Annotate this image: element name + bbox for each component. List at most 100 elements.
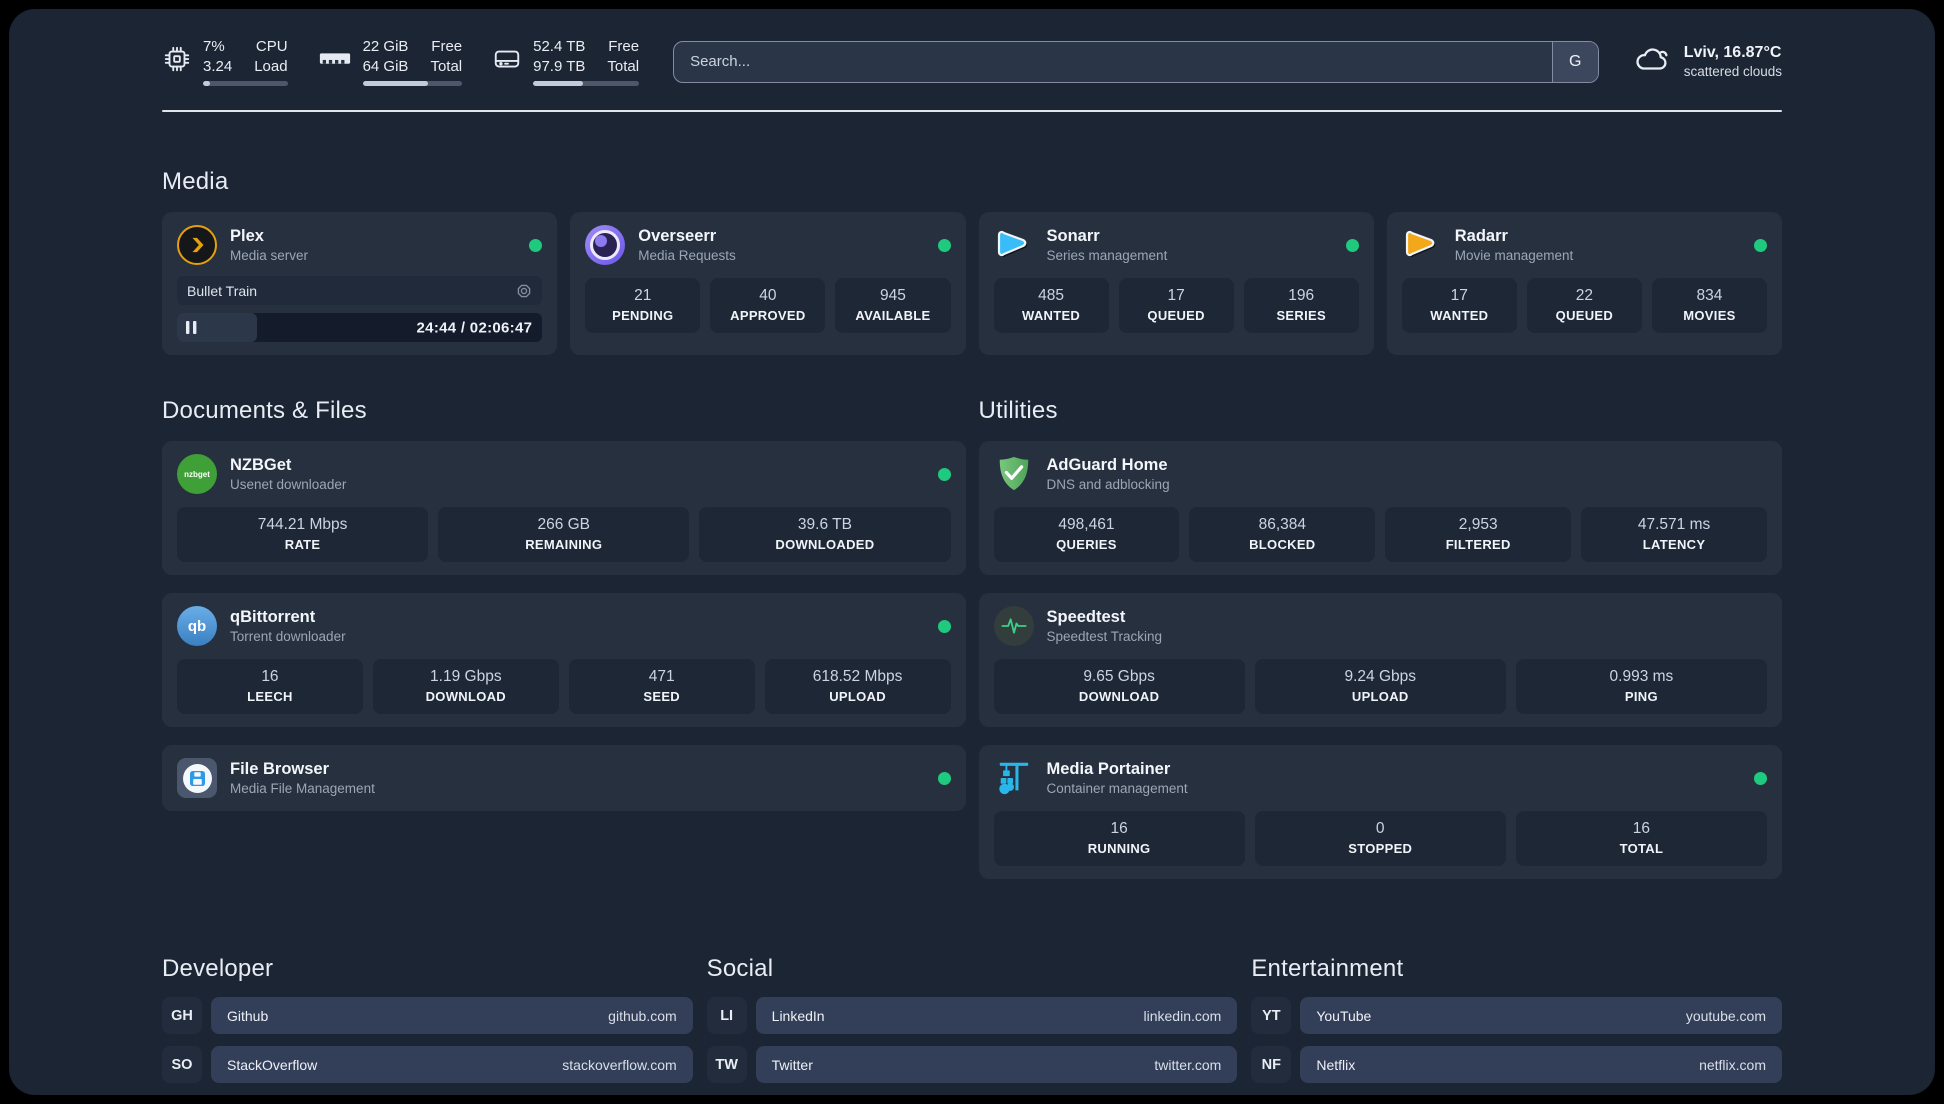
nzbget-card[interactable]: nzbget NZBGet Usenet downloader 744.21 M…: [162, 441, 966, 575]
ram-progress-track: [362, 81, 463, 86]
link-name: Twitter: [771, 1056, 813, 1073]
disk-progress-fill: [533, 81, 583, 86]
stat-value: 16: [261, 668, 279, 685]
stat-label: QUEUED: [1147, 308, 1205, 323]
sonarr-icon: [994, 225, 1034, 265]
stat-label: STOPPED: [1348, 841, 1413, 856]
stat-label: SERIES: [1276, 308, 1326, 323]
stat-value: 9.24 Gbps: [1344, 668, 1416, 685]
social-links-section: Social LI LinkedIn linkedin.com TW Twitte…: [706, 955, 1238, 1095]
qbittorrent-icon: qb: [177, 606, 217, 646]
header: 7% 3.24 CPU Load 22 GiB 64 GiB Free Tota…: [162, 37, 1782, 86]
stat-label: UPLOAD: [1351, 689, 1409, 704]
overseerr-card[interactable]: Overseerr Media Requests 21 PENDING 40 A…: [570, 212, 966, 355]
search-input[interactable]: [674, 41, 1552, 82]
link-youtube[interactable]: YT YouTube youtube.com: [1251, 997, 1782, 1034]
media-session-icon[interactable]: [516, 283, 532, 299]
header-divider: [162, 110, 1782, 112]
link-name: StackOverflow: [227, 1056, 318, 1073]
link-github[interactable]: GH Github github.com: [162, 997, 693, 1034]
stat-label: DOWNLOAD: [1078, 689, 1160, 704]
stat-value: 9.65 Gbps: [1083, 668, 1155, 685]
cpu-load-label: Load: [254, 57, 288, 75]
cpu-progress-track: [203, 81, 288, 86]
link-twitter[interactable]: TW Twitter twitter.com: [706, 1046, 1238, 1083]
ram-free-value: 22 GiB: [362, 38, 409, 55]
link-url: linkedin.com: [1143, 1007, 1222, 1024]
pause-icon: [186, 321, 197, 334]
portainer-card[interactable]: Media Portainer Container management 16 …: [978, 745, 1782, 879]
app-name: Speedtest: [1046, 608, 1126, 626]
app-name: File Browser: [230, 760, 330, 778]
stat-label: PENDING: [612, 308, 674, 323]
section-title-utilities: Utilities: [978, 397, 1058, 424]
stat-label: BLOCKED: [1249, 537, 1316, 552]
ram-icon: [318, 47, 352, 76]
stat-tile: 0.993 ms PING: [1515, 659, 1767, 714]
link-name: Github: [227, 1007, 269, 1024]
stat-label: DOWNLOAD: [425, 689, 506, 704]
speedtest-card[interactable]: Speedtest Speedtest Tracking 9.65 Gbps D…: [978, 593, 1782, 727]
dashboard: 7% 3.24 CPU Load 22 GiB 64 GiB Free Tota…: [9, 9, 1935, 1095]
stat-label: LATENCY: [1642, 537, 1706, 552]
stat-tile: 2,953 FILTERED: [1385, 507, 1572, 562]
stat-value: 86,384: [1258, 516, 1307, 533]
app-description: Media server: [230, 248, 309, 263]
stat-value: 498,461: [1058, 516, 1115, 533]
stat-label: RATE: [284, 537, 321, 552]
qbittorrent-card[interactable]: qb qBittorrent Torrent downloader 16 LEE…: [162, 593, 966, 727]
link-tag: GH: [162, 997, 202, 1034]
stat-tile: 17 QUEUED: [1118, 278, 1234, 333]
speedtest-icon: [993, 606, 1034, 646]
adguard-icon: [994, 454, 1034, 494]
stat-tile: 471 SEED: [568, 659, 755, 714]
stat-tile: 196 SERIES: [1243, 278, 1359, 333]
app-description: Movie management: [1454, 248, 1574, 263]
stat-value: 22: [1575, 287, 1593, 304]
app-name: Radarr: [1454, 227, 1508, 245]
stat-tile: 86,384 BLOCKED: [1189, 507, 1376, 562]
link-stackoverflow[interactable]: SO StackOverflow stackoverflow.com: [162, 1046, 693, 1083]
nzbget-icon: nzbget: [177, 454, 217, 494]
stat-tile: 16 TOTAL: [1515, 811, 1767, 866]
stat-value: 17: [1167, 287, 1185, 304]
radarr-card[interactable]: Radarr Movie management 17 WANTED 22 QUE…: [1386, 212, 1782, 355]
link-tag: YT: [1251, 997, 1292, 1034]
stat-tile: 21 PENDING: [585, 278, 701, 333]
app-name: Plex: [230, 227, 264, 245]
stat-tile: 618.52 Mbps UPLOAD: [764, 659, 951, 714]
ram-total-label: Total: [430, 57, 463, 75]
stat-label: APPROVED: [730, 308, 806, 323]
stat-value: 485: [1038, 287, 1064, 304]
app-name: AdGuard Home: [1046, 456, 1168, 474]
stat-value: 1.19 Gbps: [430, 668, 502, 685]
link-url: github.com: [608, 1007, 677, 1024]
stat-value: 744.21 Mbps: [257, 516, 348, 533]
filebrowser-card[interactable]: File Browser Media File Management: [162, 745, 966, 811]
disk-total-value: 97.9 TB: [533, 57, 586, 75]
adguard-card[interactable]: AdGuard Home DNS and adblocking 498,461 …: [978, 441, 1782, 575]
cpu-usage-value: 7%: [203, 38, 225, 55]
status-dot: [937, 619, 951, 633]
stat-value: 39.6 TB: [797, 516, 852, 533]
section-title-social: Social: [706, 955, 774, 982]
stat-tile: 834 MOVIES: [1651, 278, 1767, 333]
link-linkedin[interactable]: LI LinkedIn linkedin.com: [706, 997, 1238, 1034]
playback-progress-fill: [177, 313, 258, 342]
stat-tile: 40 APPROVED: [710, 278, 826, 333]
stat-value: 834: [1696, 287, 1723, 304]
link-netflix[interactable]: NF Netflix netflix.com: [1251, 1046, 1782, 1083]
search-engine-button[interactable]: G: [1551, 41, 1598, 82]
link-tag: NF: [1251, 1046, 1292, 1083]
stat-tile: 16 LEECH: [177, 659, 363, 714]
disk-free-value: 52.4 TB: [533, 38, 586, 55]
link-url: stackoverflow.com: [562, 1056, 677, 1073]
ram-free-label: Free: [431, 38, 463, 55]
plex-card[interactable]: Plex Media server Bullet Train 24:44 / 0…: [162, 212, 558, 355]
link-name: LinkedIn: [771, 1007, 825, 1024]
sonarr-card[interactable]: Sonarr Series management 485 WANTED 17 Q…: [978, 212, 1374, 355]
developer-links-section: Developer GH Github github.com SO StackOv…: [162, 955, 693, 1095]
playback-progress[interactable]: 24:44 / 02:06:47: [177, 313, 543, 342]
stat-value: 47.571 ms: [1637, 516, 1711, 533]
cpu-stat: 7% 3.24 CPU Load: [162, 37, 288, 86]
